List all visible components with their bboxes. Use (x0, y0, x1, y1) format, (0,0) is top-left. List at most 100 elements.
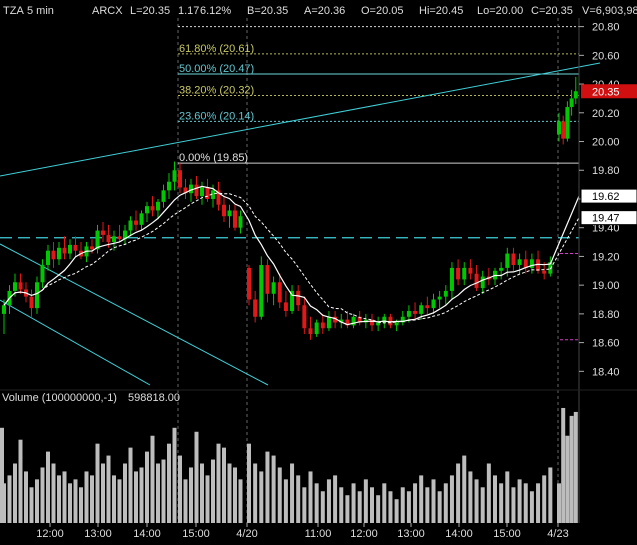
candle-body (150, 206, 155, 211)
candle-body (468, 267, 473, 274)
volume-bar (523, 483, 528, 523)
candle-body (57, 247, 61, 260)
volume-bar (167, 443, 171, 523)
volume-bar (247, 443, 251, 523)
volume-bar (296, 475, 301, 523)
volume-bar (333, 475, 338, 523)
candle-body (101, 230, 105, 235)
volume-bar (437, 491, 442, 523)
candle-body (134, 220, 138, 225)
volume-bar (357, 491, 362, 523)
candle-body (376, 322, 381, 326)
candle-body (172, 170, 177, 182)
candle-body (90, 246, 94, 250)
volume-bar (200, 463, 204, 523)
price-tick-label: 19.20 (592, 251, 620, 263)
price-tick-label: 18.80 (592, 309, 620, 321)
volume-bar (474, 479, 479, 523)
candle-body (200, 187, 204, 197)
volume-bar (557, 483, 561, 523)
header-change-pct: 6.12% (200, 5, 231, 17)
volume-bar (57, 475, 61, 523)
volume-bar (84, 471, 89, 523)
volume-bar (35, 479, 39, 523)
volume-bar (290, 463, 295, 523)
fib-label: 61.80% (20.61) (179, 43, 254, 55)
candle-body (480, 276, 485, 289)
candle-body (425, 305, 430, 309)
fib-label: 50.00% (20.47) (179, 63, 254, 75)
price-chart: 61.80% (20.61) 50.00% (20.47) 38.20% (20.3… (0, 0, 637, 540)
volume-bar (0, 427, 4, 523)
volume-bar (462, 455, 467, 523)
volume-bar (529, 491, 534, 523)
volume-bar (13, 463, 17, 523)
volume-bar (456, 463, 461, 523)
candle-body (247, 267, 251, 300)
volume-bar (573, 411, 578, 523)
volume-bar (419, 475, 424, 523)
price-tag-label: 19.62 (592, 191, 620, 203)
volume-bar (233, 467, 237, 523)
candle-body (419, 305, 424, 314)
candle-body (283, 302, 288, 312)
volume-bar (351, 483, 356, 523)
price-tick-label: 19.00 (592, 280, 620, 292)
header-symbol: TZA (3, 5, 24, 17)
candle-body (557, 121, 561, 135)
price-tick-label: 18.60 (592, 338, 620, 350)
volume-bar (400, 487, 405, 523)
candle-body (573, 91, 578, 99)
price-tag-label: 19.47 (592, 213, 620, 225)
candle-body (443, 290, 448, 297)
time-tick-label: 4/23 (547, 528, 568, 540)
time-tick-label: 14:00 (133, 528, 161, 540)
candle-body (205, 187, 210, 199)
volume-bar (370, 487, 374, 523)
candle-body (178, 170, 182, 188)
volume-bar (486, 463, 491, 523)
volume-bar (431, 479, 436, 523)
time-tick-label: 13:00 (84, 528, 112, 540)
candle-body (68, 244, 72, 254)
candle-body (194, 184, 199, 197)
volume-bar (425, 487, 430, 523)
candle-body (13, 282, 17, 291)
volume-title: Volume (100000000,-1) (2, 392, 117, 404)
candle-body (499, 267, 504, 271)
candle-body (296, 290, 301, 306)
candle-body (569, 98, 574, 108)
candle-body (462, 267, 467, 280)
volume-bar (363, 479, 368, 523)
volume-bar (443, 483, 448, 523)
header-ask: A=20.36 (304, 5, 345, 17)
volume-bar (569, 415, 574, 523)
candle-body (394, 322, 399, 326)
time-tick-label: 14:00 (445, 528, 473, 540)
candle-body (474, 273, 479, 289)
time-tick-label: 12:00 (36, 528, 64, 540)
header-last: L=20.35 (130, 5, 170, 17)
price-tick-label: 19.80 (592, 165, 620, 177)
volume-bar (123, 463, 127, 523)
volume-bar (517, 479, 522, 523)
volume-bar (565, 435, 570, 523)
candle-body (302, 305, 307, 329)
candle-body (253, 299, 258, 317)
candle-body (308, 328, 313, 334)
volume-bar (150, 435, 155, 523)
volume-bar (449, 475, 454, 523)
header-high: Hi=20.45 (419, 5, 463, 17)
candle-body (73, 244, 78, 251)
candle-body (437, 296, 442, 300)
volume-bar (51, 463, 56, 523)
price-tick-label: 20.00 (592, 137, 620, 149)
candle-body (529, 259, 534, 268)
volume-bar (194, 431, 199, 523)
volume-bar (271, 455, 276, 523)
fib-label: 0.00% (19.85) (179, 152, 248, 164)
fib-label: 38.20% (20.32) (179, 85, 254, 97)
volume-bar (172, 427, 177, 523)
volume-bar (406, 491, 411, 523)
volume-bar (101, 463, 105, 523)
